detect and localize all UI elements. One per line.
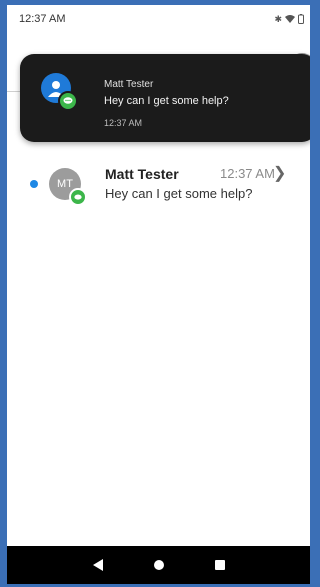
conversation-name: Matt Tester bbox=[105, 166, 179, 182]
notification-message: Hey can I get some help? bbox=[104, 95, 229, 107]
bluetooth-icon: ✱ bbox=[274, 13, 282, 24]
chat-notification[interactable]: Matt Tester Hey can I get some help? 12:… bbox=[20, 54, 310, 142]
chat-bubble-icon bbox=[58, 91, 78, 111]
recents-icon[interactable] bbox=[214, 560, 225, 570]
back-icon[interactable] bbox=[92, 559, 103, 571]
home-icon[interactable] bbox=[153, 560, 164, 570]
navigation-bar bbox=[7, 546, 310, 584]
conversation-time: 12:37 AM bbox=[220, 166, 275, 181]
battery-icon bbox=[298, 14, 304, 24]
status-time: 12:37 AM bbox=[19, 13, 66, 25]
status-icons: ✱ bbox=[274, 14, 304, 25]
unread-indicator bbox=[30, 180, 38, 188]
notification-sender: Matt Tester bbox=[104, 79, 154, 90]
chevron-right-icon[interactable]: ❯ bbox=[273, 163, 286, 183]
phone-screen: 12:37 AM ✱ Matt Tester Hey can I get som… bbox=[7, 5, 310, 584]
notification-time: 12:37 AM bbox=[104, 118, 143, 128]
status-bar: 12:37 AM ✱ bbox=[7, 5, 310, 33]
chat-bubble-icon bbox=[69, 188, 87, 206]
wifi-icon bbox=[285, 15, 295, 23]
conversation-row[interactable]: MT Matt Tester 12:37 AM ❯ Hey can I get … bbox=[7, 155, 310, 211]
conversation-preview: Hey can I get some help? bbox=[105, 186, 253, 201]
